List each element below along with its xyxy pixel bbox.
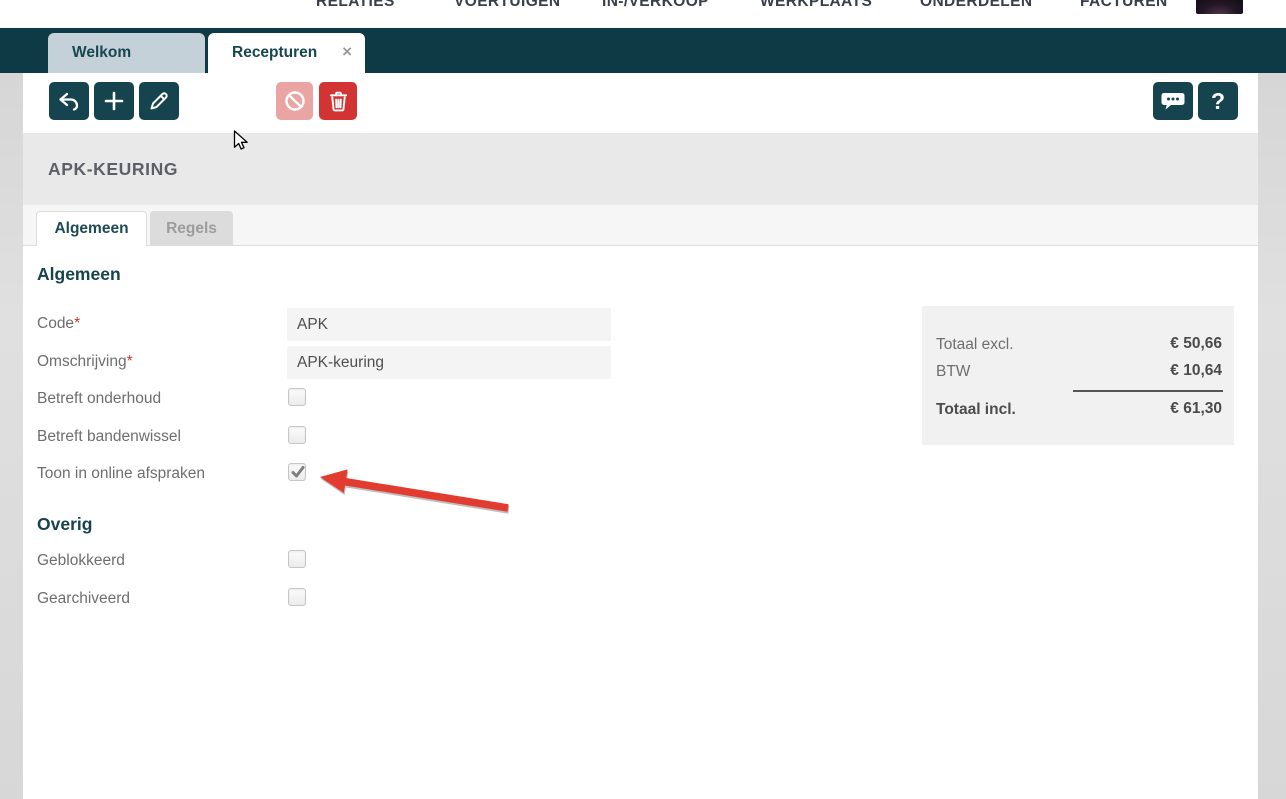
- section-heading-algemeen: Algemeen: [37, 264, 121, 285]
- question-mark-icon: ?: [1211, 88, 1225, 115]
- window-tab-bar: Welkom Recepturen ×: [0, 28, 1286, 73]
- omschrijving-label: Omschrijving*: [37, 353, 133, 371]
- plus-icon: [102, 89, 126, 113]
- toolbar: ?: [23, 73, 1258, 133]
- undo-arrow-icon: [57, 89, 81, 113]
- totaal-incl-value: € 61,30: [1170, 400, 1222, 418]
- code-label: Code*: [37, 315, 80, 333]
- code-input[interactable]: [287, 308, 611, 341]
- totaal-excl-label: Totaal excl.: [936, 336, 1014, 354]
- tab-recepturen-label: Recepturen: [232, 44, 317, 62]
- totaal-incl-label: Totaal incl.: [936, 401, 1016, 419]
- pencil-icon: [147, 89, 171, 113]
- toon-online-afspraken-label: Toon in online afspraken: [37, 465, 205, 483]
- geblokkeerd-checkbox[interactable]: [288, 550, 306, 568]
- toon-online-afspraken-checkbox[interactable]: [288, 463, 306, 481]
- tab-welkom[interactable]: Welkom: [48, 33, 205, 73]
- nav-werkplaats[interactable]: WERKPLAATS: [760, 0, 872, 11]
- nav-relaties[interactable]: RELATIES: [316, 0, 395, 11]
- feedback-button[interactable]: [1153, 82, 1193, 120]
- delete-button[interactable]: [319, 82, 357, 120]
- close-icon[interactable]: ×: [342, 42, 352, 62]
- tab-welkom-label: Welkom: [72, 44, 131, 62]
- gearchiveerd-checkbox[interactable]: [288, 588, 306, 606]
- block-button[interactable]: [276, 82, 313, 120]
- totaal-excl-value: € 50,66: [1170, 335, 1222, 353]
- nav-onderdelen[interactable]: ONDERDELEN: [920, 0, 1033, 11]
- btw-value: € 10,64: [1170, 362, 1222, 380]
- avatar[interactable]: [1196, 0, 1243, 14]
- nav-in-verkoop[interactable]: IN-/VERKOOP: [602, 0, 709, 11]
- tab-regels-label: Regels: [166, 220, 217, 238]
- betreft-bandenwissel-checkbox[interactable]: [288, 426, 306, 444]
- geblokkeerd-label: Geblokkeerd: [37, 552, 125, 570]
- btw-label: BTW: [936, 363, 970, 381]
- help-button[interactable]: ?: [1198, 82, 1238, 120]
- required-marker: *: [127, 353, 133, 370]
- gearchiveerd-label: Gearchiveerd: [37, 590, 130, 608]
- record-header: APK-KEURING: [23, 133, 1258, 205]
- tab-algemeen-label: Algemeen: [54, 220, 128, 238]
- required-marker: *: [74, 315, 80, 332]
- trash-icon: [327, 90, 350, 113]
- tab-recepturen[interactable]: Recepturen ×: [208, 33, 365, 73]
- content-panel: ? APK-KEURING Algemeen Regels Algemeen C…: [23, 73, 1258, 799]
- betreft-bandenwissel-label: Betreft bandenwissel: [37, 428, 181, 446]
- block-circle-icon: [283, 89, 307, 113]
- omschrijving-input[interactable]: [287, 346, 611, 379]
- betreft-onderhoud-checkbox[interactable]: [288, 388, 306, 406]
- betreft-onderhoud-label: Betreft onderhoud: [37, 390, 161, 408]
- edit-button[interactable]: [139, 82, 179, 120]
- tab-algemeen[interactable]: Algemeen: [36, 211, 147, 246]
- add-button[interactable]: [94, 82, 134, 120]
- tab-regels[interactable]: Regels: [150, 211, 233, 246]
- nav-facturen[interactable]: FACTUREN: [1080, 0, 1168, 11]
- back-button[interactable]: [49, 82, 89, 120]
- totals-divider: [1073, 390, 1223, 392]
- chat-bubble-icon: [1160, 89, 1186, 113]
- section-heading-overig: Overig: [37, 514, 92, 535]
- totals-box: Totaal excl. € 50,66 BTW € 10,64 Totaal …: [922, 306, 1234, 445]
- top-navigation: RELATIES VOERTUIGEN IN-/VERKOOP WERKPLAA…: [0, 0, 1286, 28]
- page-title: APK-KEURING: [48, 133, 178, 205]
- subtab-strip: Algemeen Regels: [23, 205, 1258, 246]
- nav-voertuigen[interactable]: VOERTUIGEN: [454, 0, 560, 11]
